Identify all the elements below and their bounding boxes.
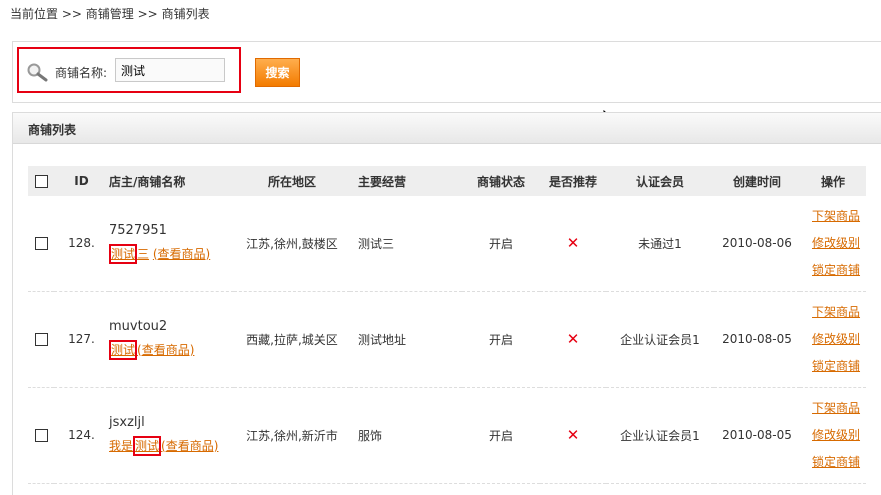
business-cell: 测试三 [350, 196, 462, 292]
owner-name: jsxzljl [109, 414, 145, 430]
region-cell: 西藏,拉萨,城关区 [234, 291, 350, 388]
shop-name-link[interactable]: 测试 [109, 339, 138, 360]
row-checkbox[interactable] [34, 237, 48, 251]
recommend-cell: ✕ [540, 196, 606, 292]
list-title: 商铺列表 [28, 123, 77, 137]
breadcrumb-sep: >> [61, 7, 82, 21]
table-header-row: ID 店主/商铺名称 所在地区 主要经营 商铺状态 是否推荐 认证会员 创建时间… [28, 166, 866, 196]
owner-cell: jsxzljl 我是 测试 (查看商品) [109, 387, 234, 484]
ops-cell: 下架商品 修改级别 锁定商铺 [800, 196, 866, 292]
col-header-id[interactable]: ID [54, 166, 109, 196]
row-checkbox[interactable] [34, 429, 48, 442]
recommend-cell: ✕ [540, 291, 606, 388]
row-id: 127. [54, 291, 109, 388]
row-checkbox-cell [28, 387, 54, 484]
lock-shop-link[interactable]: 锁定商铺 [800, 449, 866, 476]
breadcrumb-current: 当前位置 [10, 7, 59, 21]
owner-name: muvtou2 [109, 318, 168, 334]
shop-name-part[interactable]: 测试 [111, 343, 135, 357]
cert-cell: 未通过1 [606, 196, 714, 292]
owner-cell: 7527951 测试三 (查看商品) [109, 196, 234, 292]
breadcrumb: 当前位置 >> 商铺管理 >> 商铺列表 [10, 5, 210, 22]
not-recommended-icon[interactable]: ✕ [567, 426, 580, 444]
owner-cell: muvtou2 测试 (查看商品) [109, 291, 234, 388]
region-cell: 江苏,徐州,新沂市 [234, 387, 350, 484]
col-header-recommend[interactable]: 是否推荐 [540, 166, 606, 196]
shop-name-input[interactable] [115, 58, 225, 82]
table-row: 127. muvtou2 测试 (查看商品) 西藏,拉萨,城关区 测试地址 开启 … [28, 291, 866, 388]
col-header-ops: 操作 [800, 166, 866, 196]
status-cell: 开启 [462, 387, 540, 484]
table-row: 128. 7527951 测试三 (查看商品) 江苏,徐州,鼓楼区 测试三 开启… [28, 196, 866, 292]
search-button[interactable]: 搜索 [255, 58, 300, 87]
lock-shop-link[interactable]: 锁定商铺 [800, 353, 866, 380]
col-header-date[interactable]: 创建时间 [714, 166, 800, 196]
select-all-cell [28, 166, 54, 196]
change-level-link[interactable]: 修改级别 [800, 422, 866, 449]
region-cell: 江苏,徐州,鼓楼区 [234, 196, 350, 292]
table-row: 124. jsxzljl 我是 测试 (查看商品) 江苏,徐州,新沂市 服饰 开启 … [28, 387, 866, 484]
status-cell: 开启 [462, 196, 540, 292]
date-cell: 2010-08-05 [714, 387, 800, 484]
breadcrumb-sep: >> [137, 7, 158, 21]
business-cell: 服饰 [350, 387, 462, 484]
shop-name-link[interactable]: 测试 [133, 435, 162, 456]
unlist-products-link[interactable]: 下架商品 [800, 395, 866, 422]
shop-table: ID 店主/商铺名称 所在地区 主要经营 商铺状态 是否推荐 认证会员 创建时间… [28, 166, 866, 484]
view-products-link[interactable]: (查看商品) [161, 439, 218, 453]
cert-cell: 企业认证会员1 [606, 387, 714, 484]
view-products-link[interactable]: (查看商品) [137, 343, 194, 357]
date-cell: 2010-08-05 [714, 291, 800, 388]
search-label: 商铺名称: [55, 66, 108, 80]
col-header-owner[interactable]: 店主/商铺名称 [109, 166, 234, 196]
owner-name: 7527951 [109, 222, 167, 238]
cert-cell: 企业认证会员1 [606, 291, 714, 388]
lock-shop-link[interactable]: 锁定商铺 [800, 257, 866, 284]
row-id: 124. [54, 387, 109, 484]
row-checkbox[interactable] [34, 333, 48, 346]
ops-cell: 下架商品 修改级别 锁定商铺 [800, 291, 866, 388]
view-products-link[interactable]: (查看商品) [153, 247, 210, 261]
recommend-cell: ✕ [540, 387, 606, 484]
row-checkbox-cell [28, 291, 54, 388]
unlist-products-link[interactable]: 下架商品 [800, 203, 866, 230]
select-all-checkbox[interactable] [34, 175, 48, 188]
shop-name-link[interactable]: 测试三 [109, 243, 149, 264]
shop-name-part[interactable]: 测试 [135, 439, 159, 453]
shop-name-part[interactable]: 测试 [111, 247, 135, 261]
search-highlight-box: 商铺名称: [17, 47, 241, 93]
status-cell: 开启 [462, 291, 540, 388]
search-icon [26, 62, 50, 85]
unlist-products-link[interactable]: 下架商品 [800, 299, 866, 326]
col-header-business[interactable]: 主要经营 [350, 166, 462, 196]
change-level-link[interactable]: 修改级别 [800, 230, 866, 257]
ops-cell: 下架商品 修改级别 锁定商铺 [800, 387, 866, 484]
col-header-cert[interactable]: 认证会员 [606, 166, 714, 196]
col-header-status[interactable]: 商铺状态 [462, 166, 540, 196]
shop-name-rest[interactable]: 三 [137, 247, 149, 261]
col-header-region[interactable]: 所在地区 [234, 166, 350, 196]
row-checkbox-cell [28, 196, 54, 292]
date-cell: 2010-08-06 [714, 196, 800, 292]
shop-list-panel: 商铺列表 ID 店主/商铺名称 所在地区 主要经营 商铺状态 是否推荐 认证会员… [12, 112, 881, 495]
search-panel: 商铺名称: 搜索 [12, 41, 881, 103]
list-header: 商铺列表 [13, 113, 881, 144]
breadcrumb-shop-manage[interactable]: 商铺管理 [86, 7, 134, 21]
row-id: 128. [54, 196, 109, 292]
change-level-link[interactable]: 修改级别 [800, 326, 866, 353]
shop-name-prefix[interactable]: 我是 [109, 439, 133, 453]
business-cell: 测试地址 [350, 291, 462, 388]
breadcrumb-shop-list[interactable]: 商铺列表 [162, 7, 210, 21]
not-recommended-icon[interactable]: ✕ [567, 234, 580, 252]
not-recommended-icon[interactable]: ✕ [567, 330, 580, 348]
